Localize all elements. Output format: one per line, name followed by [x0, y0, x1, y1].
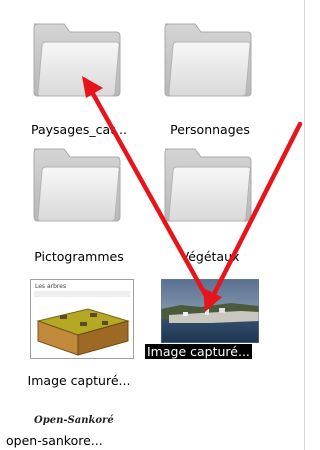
folder-personnages[interactable]: Personnages	[145, 18, 275, 138]
folder-icon	[159, 143, 257, 225]
folder-icon	[28, 143, 126, 225]
image-label: Image capturé...	[27, 373, 131, 388]
folder-label: Pictogrammes	[34, 249, 124, 264]
folder-paysages[interactable]: Paysages_cat...	[14, 18, 144, 138]
folder-vegetaux[interactable]: Végétaux	[145, 143, 275, 264]
folder-label: Paysages_cat...	[31, 122, 127, 137]
image-file-plot[interactable]: Les arbres Image capturé...	[14, 277, 144, 397]
thumb-mini-title: Les arbres	[35, 283, 66, 290]
image-label-selected: Image capturé...	[144, 343, 253, 360]
image-file-logo[interactable]: Open-Sankoré open-sankore...	[6, 405, 144, 450]
folder-label: Personnages	[170, 122, 250, 137]
sankore-logo: Open-Sankoré	[34, 411, 124, 430]
image-label: open-sankore...	[6, 433, 103, 448]
folder-label: Végétaux	[180, 249, 240, 264]
panel-edge	[304, 0, 305, 450]
folder-pictogrammes[interactable]: Pictogrammes	[14, 143, 144, 264]
file-icon-grid: Paysages_cat... Personnages Pictogrammes	[0, 0, 305, 450]
image-thumbnail: Les arbres	[30, 279, 134, 363]
image-thumbnail	[160, 278, 260, 347]
image-file-photo[interactable]: Image capturé...	[144, 277, 275, 397]
folder-icon	[159, 18, 257, 100]
folder-icon	[28, 18, 126, 100]
sankore-logo-text: Open-Sankoré	[34, 415, 114, 426]
